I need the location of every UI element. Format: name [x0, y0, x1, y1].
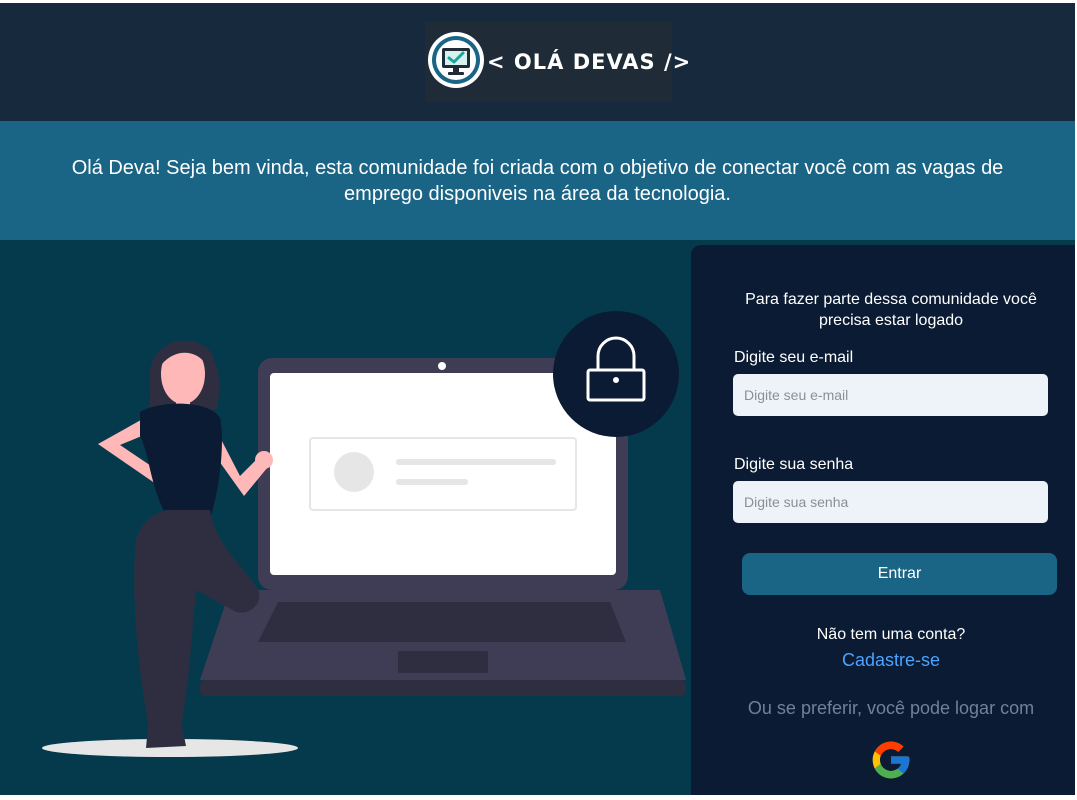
- signup-link[interactable]: Cadastre-se: [691, 650, 1077, 671]
- monitor-check-icon: [428, 32, 484, 88]
- password-label: Digite sua senha: [734, 456, 854, 473]
- password-input[interactable]: [733, 481, 1048, 523]
- welcome-text: Olá Deva! Seja bem vinda, esta comunidad…: [71, 156, 1004, 205]
- page: < OLÁ DEVAS /> Olá Deva! Seja bem vinda,…: [0, 3, 1075, 795]
- hero-illustration: [0, 240, 690, 795]
- email-label: Digite seu e-mail: [734, 349, 854, 366]
- login-button[interactable]: Entrar: [742, 553, 1057, 595]
- header: < OLÁ DEVAS />: [0, 3, 1075, 121]
- login-intro: Para fazer parte dessa comunidade você p…: [745, 291, 1037, 329]
- logo-text: < OLÁ DEVAS />: [487, 50, 692, 74]
- alt-login-text: Ou se preferir, você pode logar com: [747, 698, 1035, 718]
- email-input[interactable]: [733, 374, 1048, 416]
- login-panel: Para fazer parte dessa comunidade você p…: [691, 245, 1075, 795]
- welcome-banner: Olá Deva! Seja bem vinda, esta comunidad…: [0, 121, 1075, 240]
- lock-icon: [553, 311, 679, 437]
- no-account-text: Não tem uma conta?: [816, 626, 966, 643]
- google-icon[interactable]: [869, 738, 913, 782]
- logo[interactable]: < OLÁ DEVAS />: [425, 21, 690, 102]
